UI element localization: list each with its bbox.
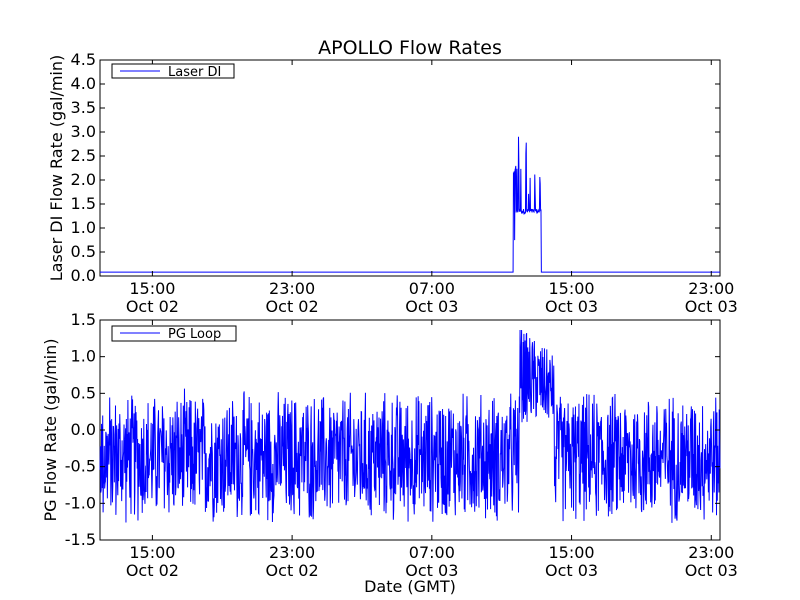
- pg-loop-y-tick-label: -1.0: [65, 493, 96, 512]
- pg-loop-x-tick-time: 07:00: [409, 543, 455, 562]
- laser-di-y-tick-label: 3.5: [71, 98, 96, 117]
- pg-loop-y-tick-label: 1.0: [71, 347, 96, 366]
- laser-di-y-tick-label: 0.0: [71, 266, 96, 285]
- figure: APOLLO Flow Rates 0.0 0.5 1.0 1.5 2.0 2.5 3.0 3…: [41, 37, 738, 596]
- laser-di-x-tick-date: Oct 03: [545, 297, 598, 316]
- pg-loop-x-tick-date: Oct 03: [685, 561, 738, 580]
- chart-title: APOLLO Flow Rates: [318, 37, 502, 59]
- pg-loop-plot-area: [99, 319, 721, 541]
- pg-loop-x-tick-time: 15:00: [129, 543, 175, 562]
- pg-loop-x-axis-label: Date (GMT): [364, 577, 456, 596]
- laser-di-x-tick-date: Oct 03: [685, 297, 738, 316]
- laser-di-x-tick-time: 15:00: [129, 279, 175, 298]
- pg-loop-x-tick-date: Oct 02: [126, 561, 179, 580]
- laser-di-chart: 0.00.51.01.52.02.53.03.54.04.5 15:00Oct …: [47, 50, 738, 316]
- pg-loop-y-tick-label: 1.5: [71, 310, 96, 329]
- laser-di-y-tick-label: 4.0: [71, 74, 96, 93]
- pg-loop-x-tick-time: 15:00: [548, 543, 594, 562]
- pg-loop-y-tick-label: -1.5: [65, 530, 96, 549]
- pg-loop-x-tick-time: 23:00: [269, 543, 315, 562]
- laser-di-y-tick-label: 1.0: [71, 218, 96, 237]
- laser-di-y-tick-label: 4.5: [71, 50, 96, 69]
- pg-loop-y-tick-label: 0.0: [71, 420, 96, 439]
- pg-loop-legend: PG Loop: [111, 325, 237, 342]
- laser-di-legend-label: Laser DI: [168, 65, 221, 80]
- pg-loop-x-tick-date: Oct 02: [266, 561, 319, 580]
- pg-loop-y-axis-label: PG Flow Rate (gal/min): [41, 339, 60, 522]
- pg-loop-y-tick-label: 0.5: [71, 383, 96, 402]
- laser-di-x-tick-date: Oct 02: [126, 297, 179, 316]
- laser-di-y-tick-label: 0.5: [71, 242, 96, 261]
- pg-loop-x-tick-time: 23:00: [688, 543, 734, 562]
- laser-di-y-axis-label: Laser DI Flow Rate (gal/min): [47, 55, 66, 282]
- pg-loop-legend-label: PG Loop: [168, 327, 221, 342]
- laser-di-x-tick-time: 23:00: [269, 279, 315, 298]
- pg-loop-y-tick-label: -0.5: [65, 457, 96, 476]
- laser-di-x-tick-time: 23:00: [688, 279, 734, 298]
- laser-di-x-tick-time: 07:00: [409, 279, 455, 298]
- laser-di-y-tick-label: 2.5: [71, 146, 96, 165]
- laser-di-y-tick-label: 2.0: [71, 170, 96, 189]
- laser-di-x-tick-time: 15:00: [548, 279, 594, 298]
- laser-di-legend: Laser DI: [111, 63, 235, 80]
- laser-di-x-tick-date: Oct 03: [405, 297, 458, 316]
- pg-loop-chart: -1.5-1.0-0.50.00.51.01.5 15:00Oct 0223:0…: [41, 310, 738, 596]
- laser-di-x-tick-date: Oct 02: [266, 297, 319, 316]
- pg-loop-x-tick-date: Oct 03: [545, 561, 598, 580]
- laser-di-y-tick-label: 1.5: [71, 194, 96, 213]
- laser-di-plot-area: [99, 59, 721, 277]
- laser-di-y-tick-label: 3.0: [71, 122, 96, 141]
